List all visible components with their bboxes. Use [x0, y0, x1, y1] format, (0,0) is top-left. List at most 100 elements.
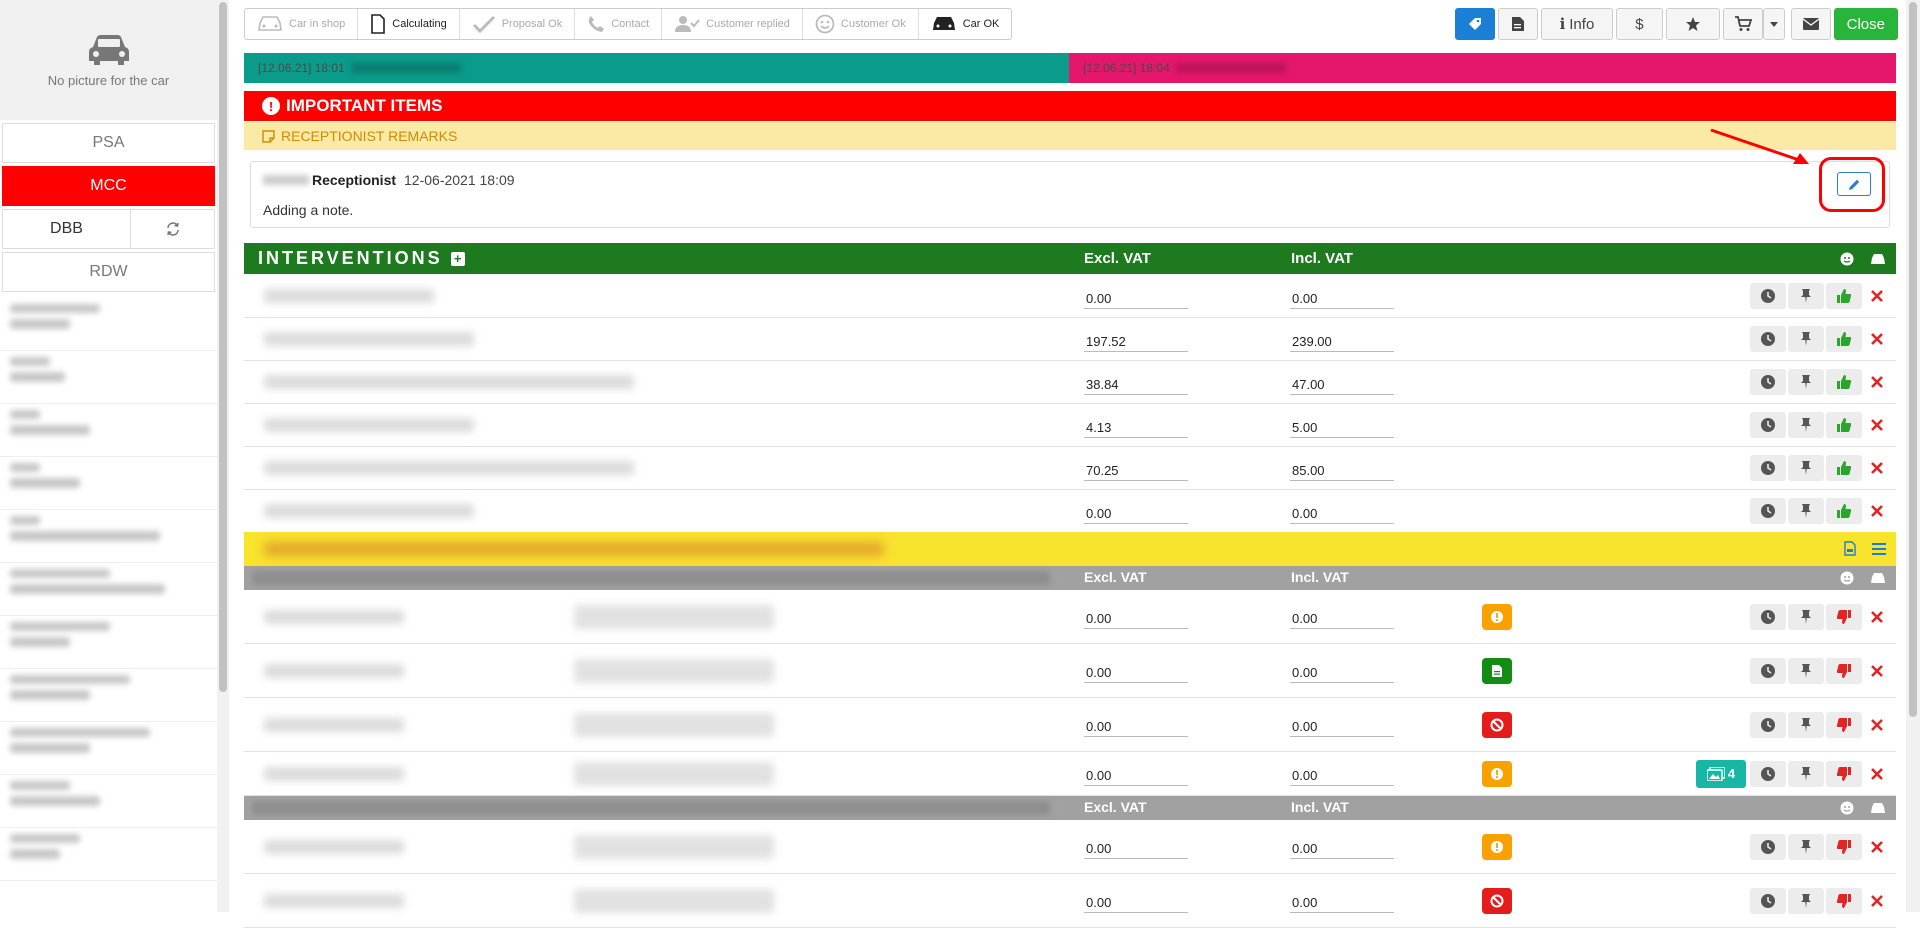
reject-button[interactable] — [1826, 711, 1862, 738]
pin-button[interactable] — [1788, 369, 1824, 395]
refresh-button[interactable] — [131, 209, 215, 249]
add-intervention-icon[interactable]: + — [450, 251, 465, 266]
step-proposal-ok[interactable]: Proposal Ok — [460, 9, 576, 39]
step-customer-replied[interactable]: Customer replied — [662, 9, 803, 39]
excl-vat-value[interactable]: 38.84 — [1084, 377, 1188, 395]
delete-button[interactable] — [1864, 498, 1890, 524]
delete-button[interactable] — [1864, 604, 1890, 630]
approve-button[interactable] — [1826, 283, 1862, 309]
psa-button[interactable]: PSA — [2, 123, 215, 163]
history-button[interactable] — [1750, 887, 1786, 914]
pin-button[interactable] — [1788, 326, 1824, 352]
email-button[interactable] — [1790, 8, 1831, 40]
approve-button[interactable] — [1826, 455, 1862, 481]
close-button[interactable]: Close — [1833, 8, 1898, 40]
pin-button[interactable] — [1788, 760, 1824, 787]
history-button[interactable] — [1750, 412, 1786, 438]
pin-button[interactable] — [1788, 833, 1824, 860]
step-car-ok[interactable]: Car OK — [919, 9, 1012, 39]
delete-button[interactable] — [1864, 834, 1890, 860]
status-badge[interactable] — [1482, 657, 1512, 684]
delete-button[interactable] — [1864, 326, 1890, 352]
pin-button[interactable] — [1788, 455, 1824, 481]
tag-button[interactable] — [1454, 8, 1495, 40]
excl-vat-value[interactable]: 0.00 — [1084, 291, 1188, 309]
excl-vat-value[interactable]: 0.00 — [1084, 768, 1188, 786]
pin-button[interactable] — [1788, 412, 1824, 438]
delete-button[interactable] — [1864, 712, 1890, 738]
sidebar-scrollbar[interactable] — [217, 0, 229, 912]
history-button[interactable] — [1750, 498, 1786, 524]
excl-vat-value[interactable]: 0.00 — [1084, 895, 1188, 913]
excl-vat-value[interactable]: 4.13 — [1084, 420, 1188, 438]
price-button[interactable]: $ — [1616, 8, 1663, 40]
history-button[interactable] — [1750, 657, 1786, 684]
delete-button[interactable] — [1864, 658, 1890, 684]
delete-button[interactable] — [1864, 283, 1890, 309]
pin-button[interactable] — [1788, 657, 1824, 684]
step-calculating[interactable]: Calculating — [358, 9, 460, 39]
excl-vat-value[interactable]: 0.00 — [1084, 611, 1188, 629]
pin-button[interactable] — [1788, 603, 1824, 630]
reject-button[interactable] — [1826, 833, 1862, 860]
step-customer-ok[interactable]: Customer Ok — [803, 9, 919, 39]
incl-vat-value[interactable]: 0.00 — [1290, 895, 1394, 913]
reject-button[interactable] — [1826, 760, 1862, 787]
incl-vat-value[interactable]: 0.00 — [1290, 768, 1394, 786]
status-badge[interactable] — [1482, 711, 1512, 738]
list-icon[interactable] — [1872, 542, 1886, 555]
cart-button[interactable] — [1722, 8, 1763, 40]
delete-button[interactable] — [1864, 369, 1890, 395]
incl-vat-value[interactable]: 0.00 — [1290, 841, 1394, 859]
reject-button[interactable] — [1826, 657, 1862, 684]
reject-button[interactable] — [1826, 887, 1862, 914]
info-button[interactable]: i Info — [1540, 8, 1614, 40]
incl-vat-value[interactable]: 0.00 — [1290, 611, 1394, 629]
status-badge[interactable] — [1482, 887, 1512, 914]
dbb-button[interactable]: DBB — [2, 209, 131, 249]
history-button[interactable] — [1750, 833, 1786, 860]
timeline-segment[interactable]: [12.06.21] 18:01 — [244, 53, 1069, 83]
history-button[interactable] — [1750, 711, 1786, 738]
rdw-button[interactable]: RDW — [2, 252, 215, 292]
pin-button[interactable] — [1788, 283, 1824, 309]
excl-vat-value[interactable]: 0.00 — [1084, 719, 1188, 737]
incl-vat-value[interactable]: 85.00 — [1290, 463, 1394, 481]
reject-button[interactable] — [1826, 603, 1862, 630]
incl-vat-value[interactable]: 0.00 — [1290, 506, 1394, 524]
pin-button[interactable] — [1788, 711, 1824, 738]
incl-vat-value[interactable]: 0.00 — [1290, 291, 1394, 309]
history-button[interactable] — [1750, 369, 1786, 395]
incl-vat-value[interactable]: 0.00 — [1290, 719, 1394, 737]
incl-vat-value[interactable]: 0.00 — [1290, 665, 1394, 683]
delete-button[interactable] — [1864, 455, 1890, 481]
status-badge[interactable] — [1482, 603, 1512, 630]
history-button[interactable] — [1750, 455, 1786, 481]
step-contact[interactable]: Contact — [575, 9, 663, 39]
delete-button[interactable] — [1864, 412, 1890, 438]
mcc-button[interactable]: MCC — [2, 166, 215, 206]
excl-vat-value[interactable]: 70.25 — [1084, 463, 1188, 481]
approve-button[interactable] — [1826, 326, 1862, 352]
status-badge[interactable] — [1482, 833, 1512, 860]
history-button[interactable] — [1750, 603, 1786, 630]
approve-button[interactable] — [1826, 412, 1862, 438]
delete-button[interactable] — [1864, 761, 1890, 787]
excl-vat-value[interactable]: 0.00 — [1084, 665, 1188, 683]
photos-button[interactable]: 4 — [1696, 759, 1746, 788]
pin-button[interactable] — [1788, 887, 1824, 914]
main-scrollbar[interactable] — [1906, 0, 1920, 912]
pdf-icon[interactable] — [1844, 541, 1856, 556]
pin-button[interactable] — [1788, 498, 1824, 524]
document-button[interactable] — [1497, 8, 1538, 40]
approve-button[interactable] — [1826, 369, 1862, 395]
incl-vat-value[interactable]: 5.00 — [1290, 420, 1394, 438]
approve-button[interactable] — [1826, 498, 1862, 524]
excl-vat-value[interactable]: 0.00 — [1084, 506, 1188, 524]
incl-vat-value[interactable]: 47.00 — [1290, 377, 1394, 395]
history-button[interactable] — [1750, 326, 1786, 352]
excl-vat-value[interactable]: 197.52 — [1084, 334, 1188, 352]
history-button[interactable] — [1750, 283, 1786, 309]
favorite-button[interactable] — [1665, 8, 1720, 40]
history-button[interactable] — [1750, 760, 1786, 787]
